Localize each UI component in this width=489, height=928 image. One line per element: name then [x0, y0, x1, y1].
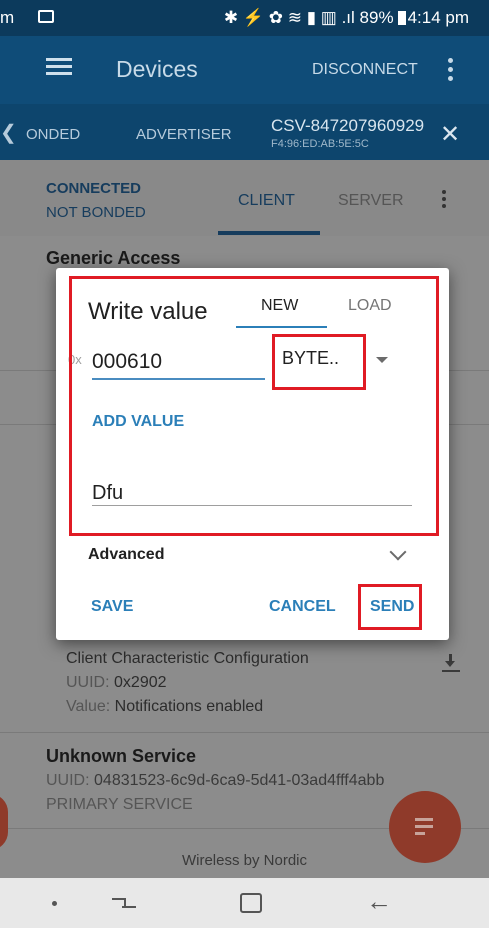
device-tab-strip: ❮ ONDED ADVERTISER CSV-847207960929 F4:9…: [0, 104, 489, 160]
tab-device-mac: F4:96:ED:AB:5E:5C: [271, 138, 369, 150]
tab-device-name[interactable]: CSV-847207960929: [271, 116, 424, 136]
descriptor-uuid: UUID: 0x2902: [66, 674, 167, 691]
image-notification-icon: [38, 10, 54, 23]
descriptor-name[interactable]: Client Characteristic Configuration: [66, 650, 309, 668]
signal-icons: ⚡ ✿ ≋ ▮ ▥ .ıl: [242, 8, 355, 27]
app-bar: Devices DISCONNECT: [0, 36, 489, 104]
battery-percent: 89%: [359, 8, 394, 27]
client-overflow-icon[interactable]: [442, 190, 448, 211]
connection-state: CONNECTED: [46, 180, 142, 197]
advanced-toggle[interactable]: Advanced: [88, 546, 164, 564]
save-button[interactable]: SAVE: [91, 598, 133, 616]
status-right: ✱ ⚡ ✿ ≋ ▮ ▥ .ıl 89% 4:14 pm: [224, 8, 469, 28]
tab-client-indicator: [218, 231, 320, 235]
recents-icon[interactable]: [112, 894, 136, 912]
nav-dot-icon[interactable]: [52, 901, 57, 906]
tab-client[interactable]: CLIENT: [238, 192, 295, 210]
service-uuid: UUID: 04831523-6c9d-6ca9-5d41-03ad4fff4a…: [46, 772, 385, 789]
cancel-button[interactable]: CANCEL: [269, 598, 336, 616]
menu-icon[interactable]: [46, 58, 72, 76]
system-nav-bar: ←: [0, 878, 489, 928]
battery-icon: [397, 11, 406, 25]
highlight-type-select: [272, 334, 366, 390]
tab-server[interactable]: SERVER: [338, 192, 404, 210]
status-time: 4:14 pm: [407, 8, 469, 27]
divider: [0, 732, 489, 733]
footer-branding: Wireless by Nordic: [181, 852, 308, 869]
tab-bonded[interactable]: ONDED: [26, 126, 80, 143]
back-icon[interactable]: ←: [366, 886, 392, 917]
fab-left[interactable]: [0, 794, 8, 850]
status-left-text: m: [0, 8, 15, 27]
disconnect-button[interactable]: DISCONNECT: [312, 61, 418, 79]
chevron-down-icon[interactable]: [389, 543, 407, 561]
descriptor-value: Value: Notifications enabled: [66, 698, 264, 715]
overflow-menu-icon[interactable]: [448, 58, 454, 85]
read-descriptor-icon[interactable]: [442, 654, 460, 674]
highlight-write-area: [69, 276, 439, 536]
connection-header: CONNECTED NOT BONDED CLIENT SERVER: [0, 160, 489, 236]
bond-state: NOT BONDED: [46, 204, 146, 221]
service-unknown[interactable]: Unknown Service: [46, 746, 196, 767]
highlight-send-button: [358, 584, 422, 630]
home-icon[interactable]: [240, 893, 262, 913]
scroll-left-icon[interactable]: ❮: [0, 120, 17, 145]
page-title: Devices: [116, 56, 198, 82]
bluetooth-icon: ✱: [223, 8, 239, 27]
service-generic-access[interactable]: Generic Access: [46, 248, 180, 269]
service-type: PRIMARY SERVICE: [46, 796, 193, 813]
tab-advertiser[interactable]: ADVERTISER: [136, 126, 232, 143]
status-bar: m ✱ ⚡ ✿ ≋ ▮ ▥ .ıl 89% 4:14 pm: [0, 0, 489, 36]
close-device-icon[interactable]: ✕: [440, 120, 460, 149]
